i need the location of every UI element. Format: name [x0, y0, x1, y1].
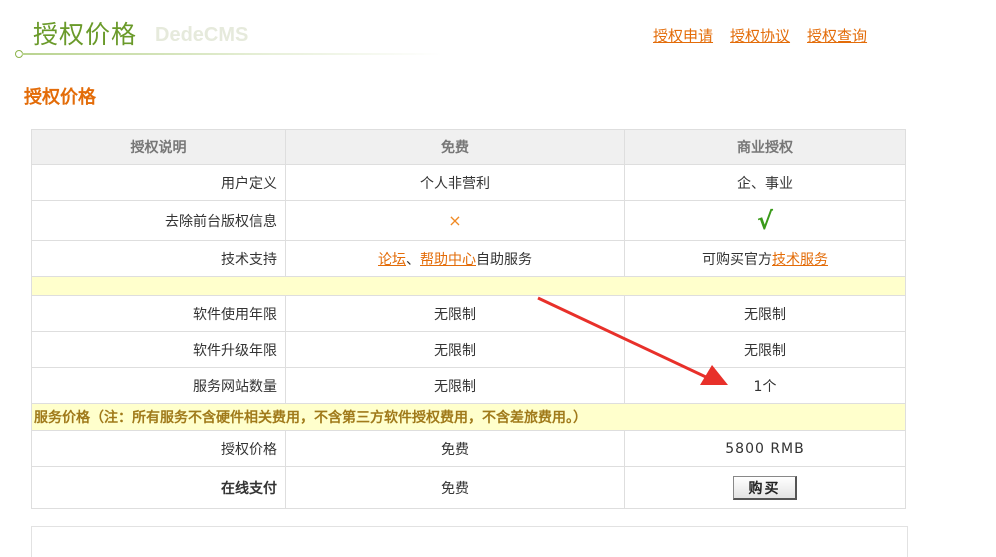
commercial-value: 无限制: [624, 295, 906, 332]
tech-service-link[interactable]: 技术服务: [772, 252, 828, 268]
license-agreement-link[interactable]: 授权协议: [730, 27, 790, 45]
commercial-cell: √: [624, 200, 906, 241]
header-description: 授权说明: [31, 129, 286, 165]
free-pay: 免费: [285, 466, 625, 509]
brand-title: 授权价格: [33, 20, 138, 49]
header-commercial: 商业授权: [624, 129, 906, 165]
service-price-note-row: 服务价格（注：所有服务不含硬件相关费用，不含第三方软件授权费用，不含差旅费用。）: [31, 403, 906, 431]
highlight-spacer-row: [31, 276, 906, 296]
row-label: 服务网站数量: [31, 367, 286, 404]
table-header-row: 授权说明 免费 商业授权: [31, 129, 906, 165]
free-cell: ×: [285, 200, 625, 241]
support-free-cell: 论坛、帮助中心自助服务: [285, 240, 625, 277]
row-label: 去除前台版权信息: [31, 200, 286, 241]
forum-link[interactable]: 论坛: [378, 252, 406, 268]
top-nav: 授权申请 授权协议 授权查询: [653, 25, 884, 46]
free-value: 无限制: [285, 367, 625, 404]
self-service-text: 自助服务: [476, 251, 532, 268]
license-query-link[interactable]: 授权查询: [807, 27, 867, 45]
row-label: 技术支持: [31, 240, 286, 277]
free-value: 个人非营利: [285, 164, 625, 201]
commercial-value: 1个: [624, 367, 906, 404]
free-value: 无限制: [285, 331, 625, 368]
section-title: 授权价格: [24, 87, 96, 108]
row-label: 授权价格: [31, 430, 286, 467]
commercial-value: 无限制: [624, 331, 906, 368]
license-apply-link[interactable]: 授权申请: [653, 27, 713, 45]
checkmark-icon: √: [756, 206, 773, 235]
page-header: 授权价格 DedeCMS 授权申请 授权协议 授权查询: [0, 0, 996, 62]
brand-underline: [22, 53, 442, 55]
row-label: 用户定义: [31, 164, 286, 201]
brand-watermark: DedeCMS: [155, 24, 249, 46]
cross-icon: ×: [448, 211, 462, 230]
table-row: 软件使用年限 无限制 无限制: [31, 295, 906, 332]
purchase-prefix: 可购买官方: [702, 251, 772, 268]
bottom-panel: [31, 526, 908, 557]
header-free: 免费: [285, 129, 625, 165]
commercial-value: 企、事业: [624, 164, 906, 201]
separator: 、: [406, 251, 420, 268]
free-price: 免费: [285, 430, 625, 467]
row-label: 软件升级年限: [31, 331, 286, 368]
price-row: 授权价格 免费 5800 RMB: [31, 430, 906, 467]
buy-button[interactable]: 购买: [733, 475, 797, 500]
pay-row: 在线支付 免费 购买: [31, 466, 906, 509]
table-row: 用户定义 个人非营利 企、事业: [31, 164, 906, 201]
commercial-price: 5800 RMB: [624, 430, 906, 467]
row-label: 软件使用年限: [31, 295, 286, 332]
help-center-link[interactable]: 帮助中心: [420, 252, 476, 268]
spacer-cell: [31, 276, 906, 296]
table-row: 服务网站数量 无限制 1个: [31, 367, 906, 404]
service-price-note: 服务价格（注：所有服务不含硬件相关费用，不含第三方软件授权费用，不含差旅费用。）: [31, 403, 906, 431]
table-row: 技术支持 论坛、帮助中心自助服务 可购买官方技术服务: [31, 240, 906, 277]
table-row: 软件升级年限 无限制 无限制: [31, 331, 906, 368]
free-value: 无限制: [285, 295, 625, 332]
table-row: 去除前台版权信息 × √: [31, 200, 906, 241]
row-label: 在线支付: [31, 466, 286, 509]
buy-cell: 购买: [624, 466, 906, 509]
support-commercial-cell: 可购买官方技术服务: [624, 240, 906, 277]
license-price-table: 授权说明 免费 商业授权 用户定义 个人非营利 企、事业 去除前台版权信息 × …: [31, 129, 906, 509]
